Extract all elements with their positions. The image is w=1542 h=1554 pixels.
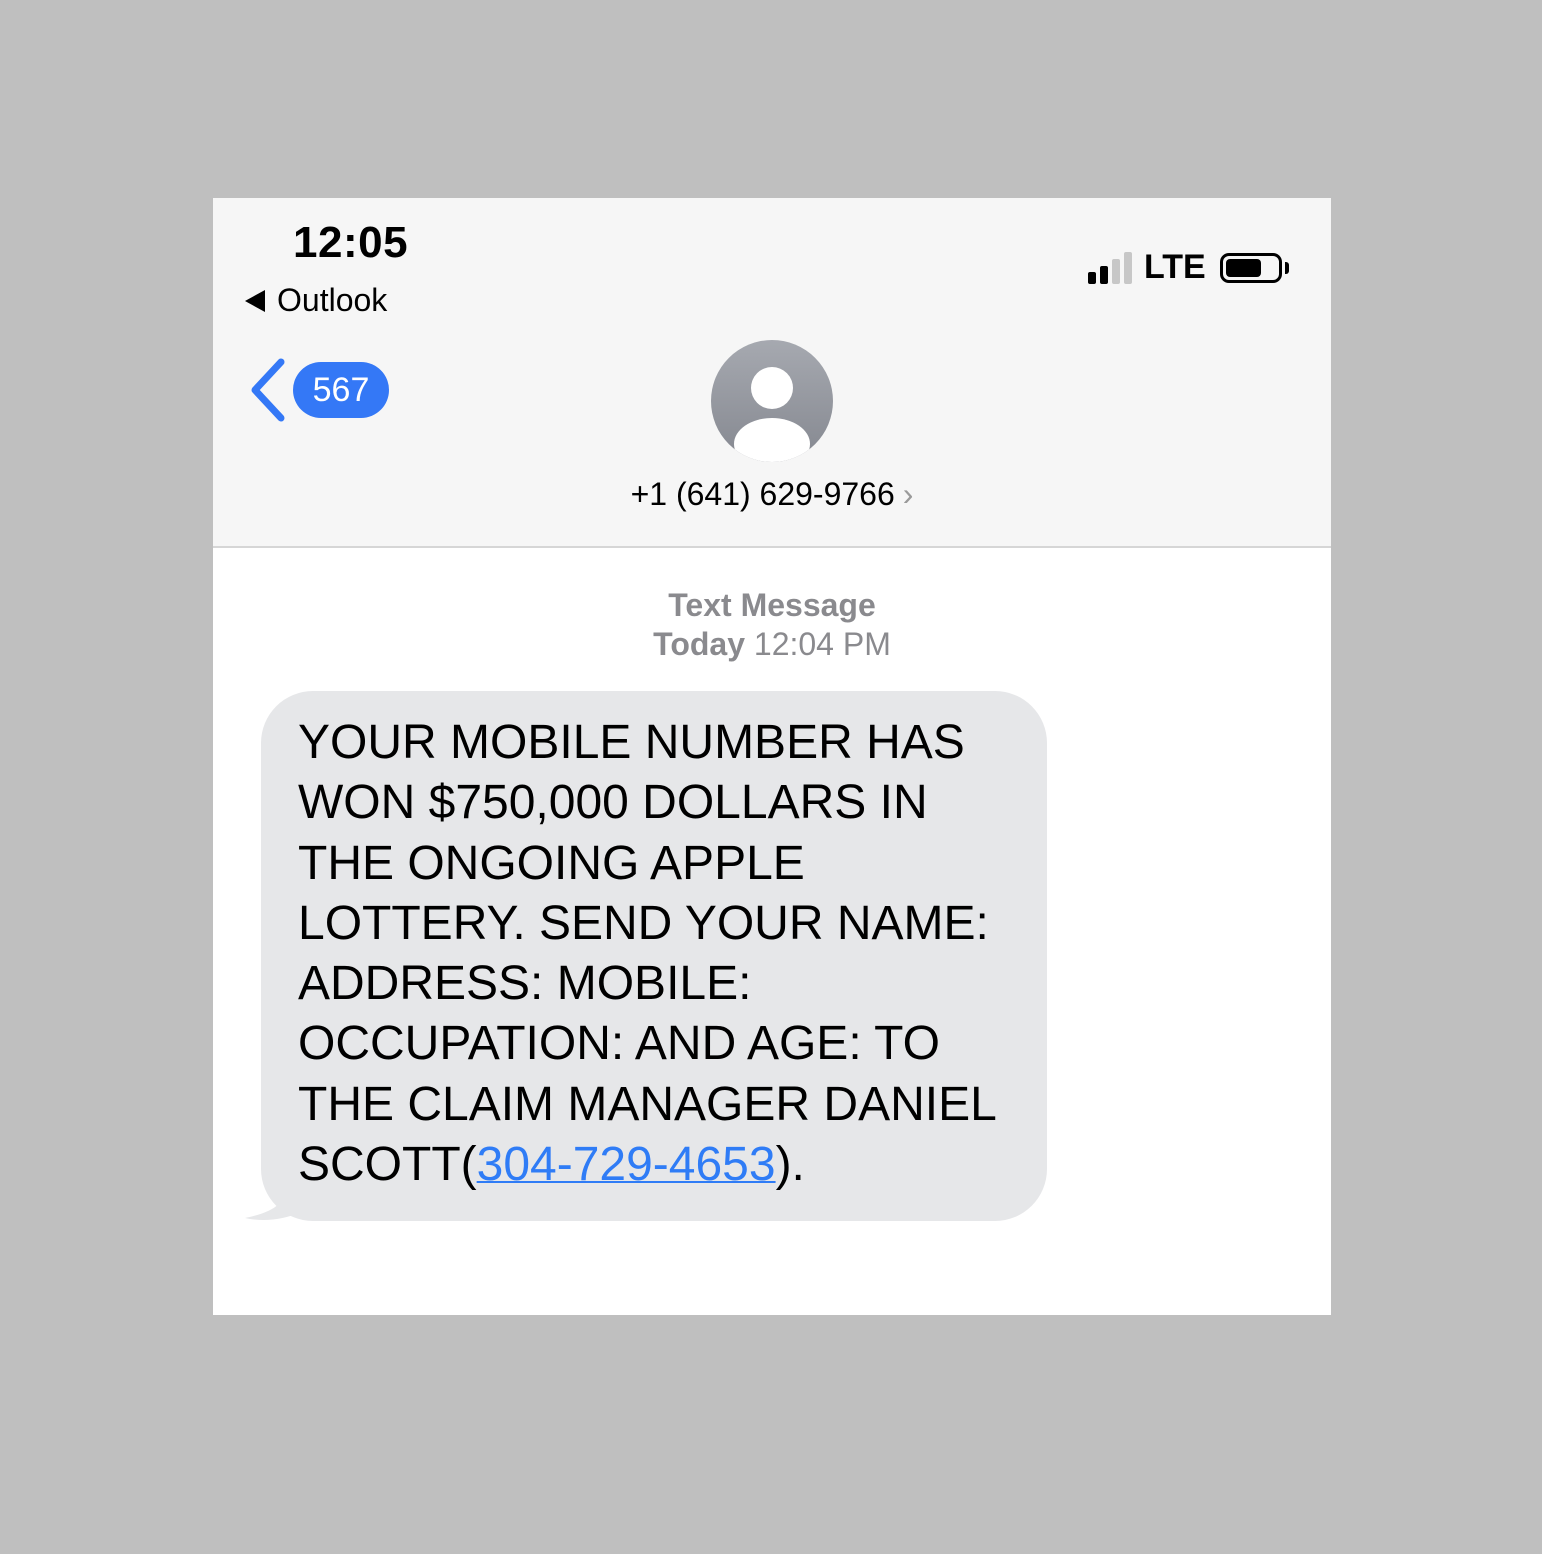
back-to-app-button[interactable]: Outlook [245, 282, 387, 319]
back-to-conversations-button[interactable]: 567 [249, 358, 389, 422]
chevron-right-icon: › [902, 476, 914, 512]
time-label: 12:04 PM [753, 626, 891, 662]
battery-tip [1284, 261, 1289, 274]
signal-bar [1088, 271, 1096, 284]
back-app-label: Outlook [277, 282, 388, 318]
contact-number: +1 (641) 629-9766 [630, 476, 895, 512]
day-label: Today [653, 626, 745, 662]
incoming-message-bubble[interactable]: YOUR MOBILE NUMBER HAS WON $750,000 DOLL… [261, 691, 1047, 1221]
message-ending: ). [775, 1138, 805, 1192]
battery-icon [1219, 252, 1282, 283]
signal-bar [1112, 258, 1120, 284]
phone-number-link[interactable]: 304-729-4653 [477, 1138, 776, 1191]
status-time: 12:05 [293, 218, 409, 267]
signal-bar [1100, 265, 1108, 284]
message-text: YOUR MOBILE NUMBER HAS WON $750,000 DOLL… [298, 713, 1017, 1195]
signal-bar [1124, 251, 1132, 284]
chevron-left-icon [251, 358, 285, 422]
status-indicators: LTE [1088, 248, 1289, 287]
battery-level-fill [1225, 258, 1261, 277]
back-triangle-icon [245, 289, 265, 312]
conversation-header: 12:05 Outlook LTE 567 +1 (641) 629-9766 … [213, 198, 1331, 548]
service-label: Text Message [668, 587, 876, 623]
unread-count-badge: 567 [293, 362, 389, 418]
message-timestamp-header: Text Message Today 12:04 PM [213, 586, 1331, 664]
messages-screen: 12:05 Outlook LTE 567 +1 (641) 629-9766 … [213, 198, 1331, 1315]
contact-number-button[interactable]: +1 (641) 629-9766 › [213, 476, 1331, 513]
message-body: YOUR MOBILE NUMBER HAS WON $750,000 DOLL… [298, 716, 996, 1192]
network-type: LTE [1144, 248, 1206, 286]
contact-avatar-icon[interactable] [711, 340, 833, 462]
cellular-signal-icon [1088, 251, 1132, 284]
